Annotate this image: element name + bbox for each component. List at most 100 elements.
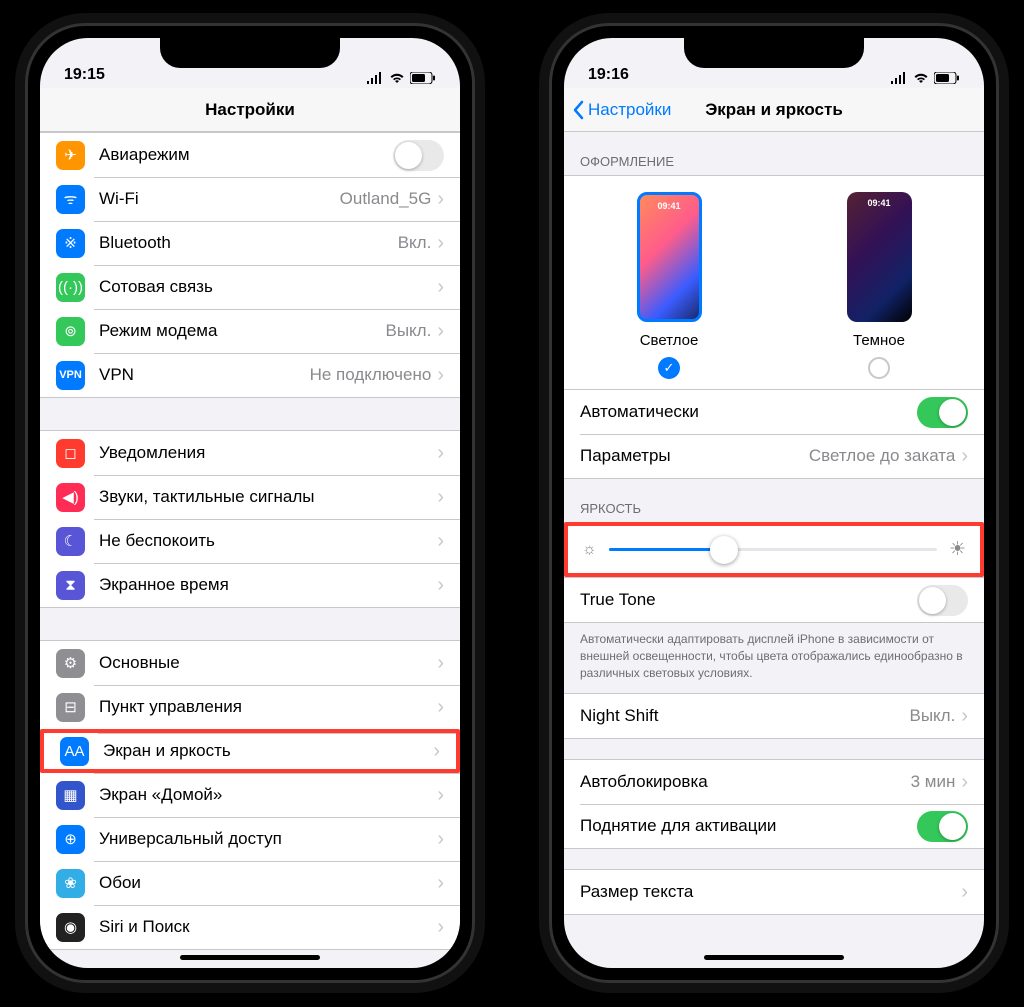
status-time: 19:16 xyxy=(588,66,629,84)
chevron-left-icon xyxy=(572,100,584,120)
chevron-right-icon: › xyxy=(437,530,444,553)
row-textsize[interactable]: Размер текста › xyxy=(564,870,984,914)
chevron-right-icon: › xyxy=(437,696,444,719)
row-value: Outland_5G xyxy=(340,189,432,209)
wifi-icon: ᯤ xyxy=(56,185,85,214)
row-label: Режим модема xyxy=(99,321,385,341)
back-label: Настройки xyxy=(588,100,671,120)
home-icon: ▦ xyxy=(56,781,85,810)
row-label: Универсальный доступ xyxy=(99,829,437,849)
row-cellular[interactable]: ((·))Сотовая связь› xyxy=(40,265,460,309)
status-indicators xyxy=(890,72,960,84)
status-time: 19:15 xyxy=(64,66,105,84)
row-value: Не подключено xyxy=(310,365,432,385)
row-bluetooth[interactable]: ※ BluetoothВкл.› xyxy=(40,221,460,265)
appearance-light[interactable]: 09:41 Светлое ✓ xyxy=(637,192,702,379)
vpn-icon: VPN xyxy=(56,361,85,390)
back-button[interactable]: Настройки xyxy=(572,88,671,131)
airplane-toggle[interactable] xyxy=(393,140,444,171)
cellular-icon: ((·)) xyxy=(56,273,85,302)
row-raise[interactable]: Поднятие для активации xyxy=(564,804,984,848)
notch xyxy=(684,38,864,68)
row-sounds[interactable]: ◀) Звуки, тактильные сигналы› xyxy=(40,475,460,519)
row-label: Wi-Fi xyxy=(99,189,340,209)
cellular-icon xyxy=(366,72,384,84)
section-appearance: ОФОРМЛЕНИЕ xyxy=(564,132,984,175)
row-label: Основные xyxy=(99,653,437,673)
row-screentime[interactable]: ⧗Экранное время› xyxy=(40,563,460,607)
row-options[interactable]: Параметры Светлое до заката › xyxy=(564,434,984,478)
chevron-right-icon: › xyxy=(437,232,444,255)
row-home[interactable]: ▦Экран «Домой»› xyxy=(40,773,460,817)
row-label: Уведомления xyxy=(99,443,437,463)
row-control[interactable]: ⊟ Пункт управления› xyxy=(40,685,460,729)
row-label: Bluetooth xyxy=(99,233,398,253)
truetone-toggle[interactable] xyxy=(917,585,968,616)
truetone-description: Автоматически адаптировать дисплей iPhon… xyxy=(564,623,984,693)
brightness-slider-row: ☼ ☀ xyxy=(568,526,980,573)
row-siri[interactable]: ◉ Siri и Поиск› xyxy=(40,905,460,949)
row-label: Экранное время xyxy=(99,575,437,595)
row-value: Выкл. xyxy=(385,321,431,341)
siri-icon: ◉ xyxy=(56,913,85,942)
row-dnd[interactable]: ☾Не беспокоить› xyxy=(40,519,460,563)
phone-settings: 19:15 Настройки ✈Авиарежим ᯤ Wi-FiOutland_… xyxy=(25,23,475,983)
wifi-icon xyxy=(913,72,929,84)
accessibility-icon: ⊕ xyxy=(56,825,85,854)
raise-toggle[interactable] xyxy=(917,811,968,842)
row-autolock[interactable]: Автоблокировка 3 мин › xyxy=(564,760,984,804)
battery-icon xyxy=(934,72,960,84)
row-label: Звуки, тактильные сигналы xyxy=(99,487,437,507)
chevron-right-icon: › xyxy=(437,486,444,509)
light-preview: 09:41 xyxy=(637,192,702,322)
row-label: Пункт управления xyxy=(99,697,437,717)
hotspot-icon: ⊚ xyxy=(56,317,85,346)
chevron-right-icon: › xyxy=(433,740,440,763)
brightness-slider[interactable] xyxy=(609,548,937,551)
notch xyxy=(160,38,340,68)
chevron-right-icon: › xyxy=(437,652,444,675)
dark-preview: 09:41 xyxy=(847,192,912,322)
row-wallpaper[interactable]: ❀ Обои› xyxy=(40,861,460,905)
chevron-right-icon: › xyxy=(961,881,968,904)
row-label: Обои xyxy=(99,873,437,893)
home-indicator xyxy=(180,955,320,960)
sounds-icon: ◀) xyxy=(56,483,85,512)
row-notifications[interactable]: ◻Уведомления› xyxy=(40,431,460,475)
bluetooth-icon: ※ xyxy=(56,229,85,258)
chevron-right-icon: › xyxy=(437,872,444,895)
chevron-right-icon: › xyxy=(961,445,968,468)
row-general[interactable]: ⚙Основные› xyxy=(40,641,460,685)
dark-radio[interactable] xyxy=(868,357,890,379)
chevron-right-icon: › xyxy=(437,188,444,211)
appearance-picker: 09:41 Светлое ✓ 09:41 Темное xyxy=(564,175,984,389)
wallpaper-icon: ❀ xyxy=(56,869,85,898)
row-display[interactable]: AAЭкран и яркость› xyxy=(40,729,460,773)
chevron-right-icon: › xyxy=(437,916,444,939)
row-accessibility[interactable]: ⊕Универсальный доступ› xyxy=(40,817,460,861)
light-radio[interactable]: ✓ xyxy=(658,357,680,379)
row-nightshift[interactable]: Night Shift Выкл. › xyxy=(564,694,984,738)
chevron-right-icon: › xyxy=(437,320,444,343)
page-title: Экран и яркость xyxy=(705,100,843,120)
highlight-brightness: ☼ ☀ xyxy=(564,522,984,577)
notifications-icon: ◻ xyxy=(56,439,85,468)
row-vpn[interactable]: VPNVPNНе подключено› xyxy=(40,353,460,397)
control-icon: ⊟ xyxy=(56,693,85,722)
row-truetone[interactable]: True Tone xyxy=(564,578,984,622)
row-wifi[interactable]: ᯤ Wi-FiOutland_5G› xyxy=(40,177,460,221)
row-hotspot[interactable]: ⊚ Режим модемаВыкл. › xyxy=(40,309,460,353)
row-value: Вкл. xyxy=(398,233,432,253)
row-label: Экран «Домой» xyxy=(99,785,437,805)
display-icon: AA xyxy=(60,737,89,766)
navbar-settings: Настройки xyxy=(40,88,460,132)
automatic-toggle[interactable] xyxy=(917,397,968,428)
row-automatic[interactable]: Автоматически xyxy=(564,390,984,434)
navbar-display: Настройки Экран и яркость xyxy=(564,88,984,132)
row-label: Siri и Поиск xyxy=(99,917,437,937)
page-title: Настройки xyxy=(205,100,295,120)
appearance-dark[interactable]: 09:41 Темное xyxy=(847,192,912,379)
section-brightness: ЯРКОСТЬ xyxy=(564,479,984,522)
screen-settings: 19:15 Настройки ✈Авиарежим ᯤ Wi-FiOutland_… xyxy=(40,38,460,968)
row-airplane[interactable]: ✈Авиарежим xyxy=(40,133,460,177)
